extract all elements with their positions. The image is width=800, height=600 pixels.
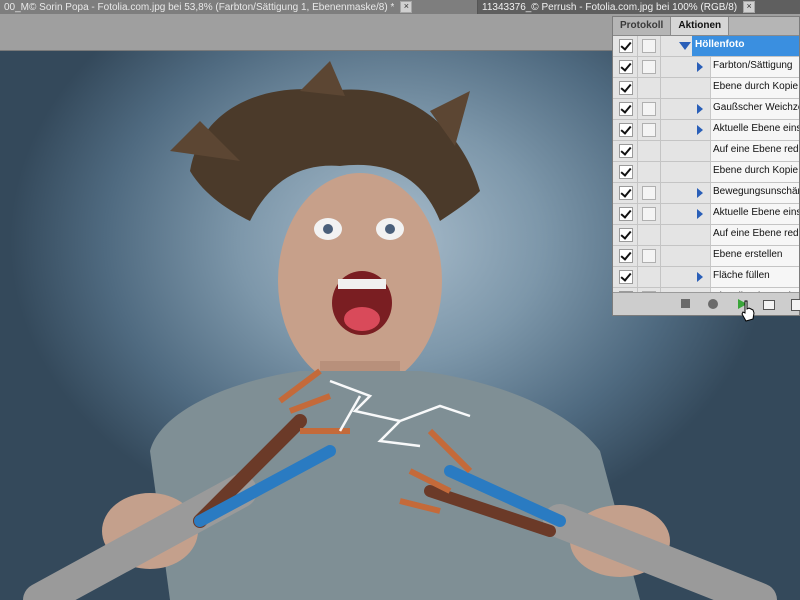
checkmark-icon[interactable]: [619, 165, 633, 179]
document-tab-title: 11343376_© Perrush - Fotolia.com.jpg bei…: [482, 1, 738, 13]
action-row[interactable]: Ebene durch Kopie: [613, 162, 799, 183]
action-label: Ebene erstellen: [713, 249, 783, 260]
action-label: Farbton/Sättigung: [713, 60, 793, 71]
action-set-name: Höllenfoto: [695, 39, 745, 50]
close-icon[interactable]: ×: [400, 1, 413, 13]
dialog-toggle[interactable]: [642, 186, 656, 200]
checkmark-icon[interactable]: [619, 144, 633, 158]
dialog-toggle[interactable]: [642, 102, 656, 116]
action-row[interactable]: Ebene durch Kopie: [613, 78, 799, 99]
expand-triangle-icon[interactable]: [697, 209, 703, 219]
document-tab-1[interactable]: 00_M© Sorin Popa - Fotolia.com.jpg bei 5…: [0, 0, 478, 14]
dialog-toggle[interactable]: [642, 207, 656, 221]
action-row[interactable]: Bewegungsunschärfe: [613, 183, 799, 204]
action-label: Aktuelle Ebene einstellen: [713, 207, 799, 218]
panel-tab-bar: Protokoll Aktionen: [613, 17, 799, 36]
tab-protokoll[interactable]: Protokoll: [613, 17, 672, 35]
document-tab-2[interactable]: 11343376_© Perrush - Fotolia.com.jpg bei…: [478, 0, 800, 14]
record-icon[interactable]: [708, 299, 718, 309]
action-label: Fläche füllen: [713, 270, 770, 281]
folder-icon[interactable]: [763, 300, 775, 310]
checkmark-icon[interactable]: [619, 186, 633, 200]
expand-triangle-icon[interactable]: [697, 125, 703, 135]
actions-list[interactable]: Höllenfoto Farbton/Sättigung Ebene durch …: [613, 36, 799, 293]
action-row[interactable]: Farbton/Sättigung: [613, 57, 799, 78]
action-label: Gaußscher Weichzeichner: [713, 102, 799, 113]
close-icon[interactable]: ×: [743, 1, 756, 13]
action-label: Auf eine Ebene reduzieren: [713, 144, 799, 155]
panel-footer: [613, 292, 800, 315]
action-row[interactable]: Fläche füllen: [613, 267, 799, 288]
checkmark-icon[interactable]: [619, 270, 633, 284]
checkmark-icon[interactable]: [619, 60, 633, 74]
expand-triangle-icon[interactable]: [697, 272, 703, 282]
expand-triangle-icon[interactable]: [697, 104, 703, 114]
checkmark-icon[interactable]: [619, 228, 633, 242]
expand-triangle-icon[interactable]: [679, 42, 691, 50]
dialog-toggle[interactable]: [642, 39, 656, 53]
action-row[interactable]: Aktuelle Ebene einstellen: [613, 204, 799, 225]
dialog-toggle[interactable]: [642, 249, 656, 263]
checkmark-icon[interactable]: [619, 207, 633, 221]
actions-panel: Protokoll Aktionen Höllenfoto Farbton/Sä…: [612, 16, 800, 316]
action-row[interactable]: Aktuelle Ebene einstellen: [613, 120, 799, 141]
dialog-toggle[interactable]: [642, 60, 656, 74]
action-row[interactable]: Auf eine Ebene reduzieren: [613, 225, 799, 246]
expand-triangle-icon[interactable]: [697, 188, 703, 198]
action-row[interactable]: Gaußscher Weichzeichner: [613, 99, 799, 120]
checkmark-icon[interactable]: [619, 102, 633, 116]
checkmark-icon[interactable]: [619, 123, 633, 137]
checkmark-icon[interactable]: [619, 249, 633, 263]
action-label: Bewegungsunschärfe: [713, 186, 799, 197]
checkmark-icon[interactable]: [619, 81, 633, 95]
action-set-row[interactable]: Höllenfoto: [613, 36, 799, 57]
expand-triangle-icon[interactable]: [697, 62, 703, 72]
new-action-icon[interactable]: [791, 299, 800, 311]
checkmark-icon[interactable]: [619, 39, 633, 53]
action-label: Ebene durch Kopie: [713, 81, 799, 92]
action-label: Auf eine Ebene reduzieren: [713, 228, 799, 239]
action-row[interactable]: Ebene erstellen: [613, 246, 799, 267]
stop-icon[interactable]: [681, 299, 690, 308]
action-label: Aktuelle Ebene einstellen: [713, 123, 799, 134]
tab-aktionen[interactable]: Aktionen: [671, 17, 730, 35]
document-tab-bar: 00_M© Sorin Popa - Fotolia.com.jpg bei 5…: [0, 0, 800, 14]
dialog-toggle[interactable]: [642, 123, 656, 137]
action-label: Ebene durch Kopie: [713, 165, 799, 176]
document-tab-title: 00_M© Sorin Popa - Fotolia.com.jpg bei 5…: [4, 1, 395, 13]
action-row[interactable]: Auf eine Ebene reduzieren: [613, 141, 799, 162]
hand-cursor-icon: [741, 300, 755, 322]
